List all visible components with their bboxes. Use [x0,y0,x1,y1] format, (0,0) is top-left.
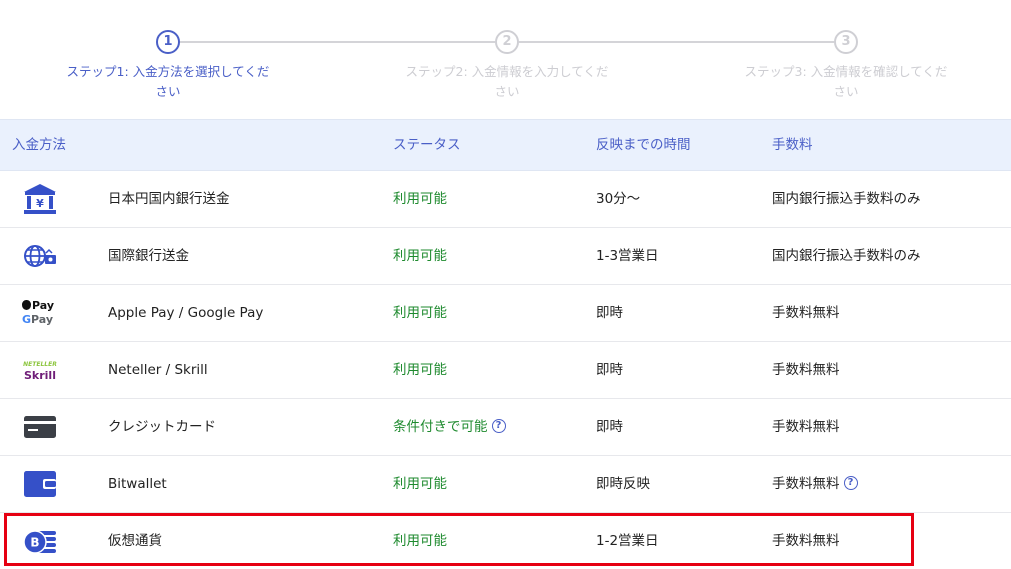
header-status: ステータス [393,137,461,153]
header-method: 入金方法 [12,137,66,153]
neteller-skrill-icon: NETELLER Skrill [22,342,58,398]
google-pay-text: Pay [31,313,54,326]
table-row[interactable]: NETELLER Skrill Neteller / Skrill 利用可能 即… [0,342,1011,399]
method-fee: 国内銀行振込手数料のみ [772,191,921,207]
method-name: 仮想通貨 [108,533,162,549]
credit-card-icon [22,399,58,455]
table-header: 入金方法 ステータス 反映までの時間 手数料 [0,119,1011,171]
apple-pay-text: Pay [32,299,55,312]
international-transfer-icon [22,228,58,284]
method-fee: 手数料無料 [772,362,840,378]
google-g-icon: G [22,313,32,326]
step-label: ステップ1: 入金方法を選択してください [66,64,270,99]
method-status: 利用可能 [393,191,447,207]
stepper: 1 ステップ1: 入金方法を選択してください 2 ステップ2: 入金情報を入力し… [0,0,1011,120]
method-time: 30分〜 [596,191,641,207]
method-name: Apple Pay / Google Pay [108,305,264,321]
table-row[interactable]: Bitwallet 利用可能 即時反映 手数料無料? [0,456,1011,513]
help-icon[interactable]: ? [843,476,858,490]
step-1: 1 ステップ1: 入金方法を選択してください [58,30,278,102]
method-status: 利用可能 [393,248,447,264]
wallet-icon [22,456,58,512]
header-fee: 手数料 [772,137,813,153]
method-fee: 手数料無料 [772,419,840,435]
method-time: 1-2営業日 [596,533,659,549]
method-name: 日本円国内銀行送金 [108,191,230,207]
svg-text:B: B [30,536,39,550]
method-time: 1-3営業日 [596,248,659,264]
svg-text:¥: ¥ [36,197,44,210]
method-fee: 手数料無料 [772,533,840,549]
help-icon[interactable]: ? [491,419,506,433]
method-fee: 手数料無料? [772,456,858,512]
method-status: 利用可能 [393,305,447,321]
method-status: 条件付きで可能? [393,399,506,455]
method-name: Neteller / Skrill [108,362,208,378]
method-status: 利用可能 [393,533,447,549]
step-label: ステップ3: 入金情報を確認してください [744,64,948,99]
step-label: ステップ2: 入金情報を入力してください [405,64,609,99]
bank-icon: ¥ [22,171,58,227]
crypto-coin-icon: B [22,513,58,569]
apple-logo-icon [22,300,31,310]
method-time: 即時 [596,305,623,321]
deposit-method-table: 入金方法 ステータス 反映までの時間 手数料 ¥ 日本円国内銀行送金 利用可能 … [0,119,1011,569]
apple-google-pay-icon: Pay GPay [22,285,58,341]
step-2: 2 ステップ2: 入金情報を入力してください [397,30,617,102]
method-fee: 国内銀行振込手数料のみ [772,248,921,264]
method-status: 利用可能 [393,362,447,378]
table-row[interactable]: Pay GPay Apple Pay / Google Pay 利用可能 即時 … [0,285,1011,342]
method-name: Bitwallet [108,476,167,492]
table-row[interactable]: B 仮想通貨 利用可能 1-2営業日 手数料無料 [0,513,1011,569]
fee-text: 手数料無料 [772,476,840,492]
method-name: クレジットカード [108,419,216,435]
status-text: 条件付きで可能 [393,419,488,435]
table-row[interactable]: クレジットカード 条件付きで可能? 即時 手数料無料 [0,399,1011,456]
step-3: 3 ステップ3: 入金情報を確認してください [736,30,956,102]
method-time: 即時 [596,362,623,378]
step-number: 1 [156,30,180,54]
method-fee: 手数料無料 [772,305,840,321]
skrill-text: Skrill [24,369,56,382]
method-status: 利用可能 [393,476,447,492]
method-name: 国際銀行送金 [108,248,189,264]
header-time: 反映までの時間 [596,137,691,153]
step-number: 3 [834,30,858,54]
table-row[interactable]: 国際銀行送金 利用可能 1-3営業日 国内銀行振込手数料のみ [0,228,1011,285]
table-row[interactable]: ¥ 日本円国内銀行送金 利用可能 30分〜 国内銀行振込手数料のみ [0,171,1011,228]
step-number: 2 [495,30,519,54]
method-time: 即時反映 [596,476,650,492]
method-time: 即時 [596,419,623,435]
